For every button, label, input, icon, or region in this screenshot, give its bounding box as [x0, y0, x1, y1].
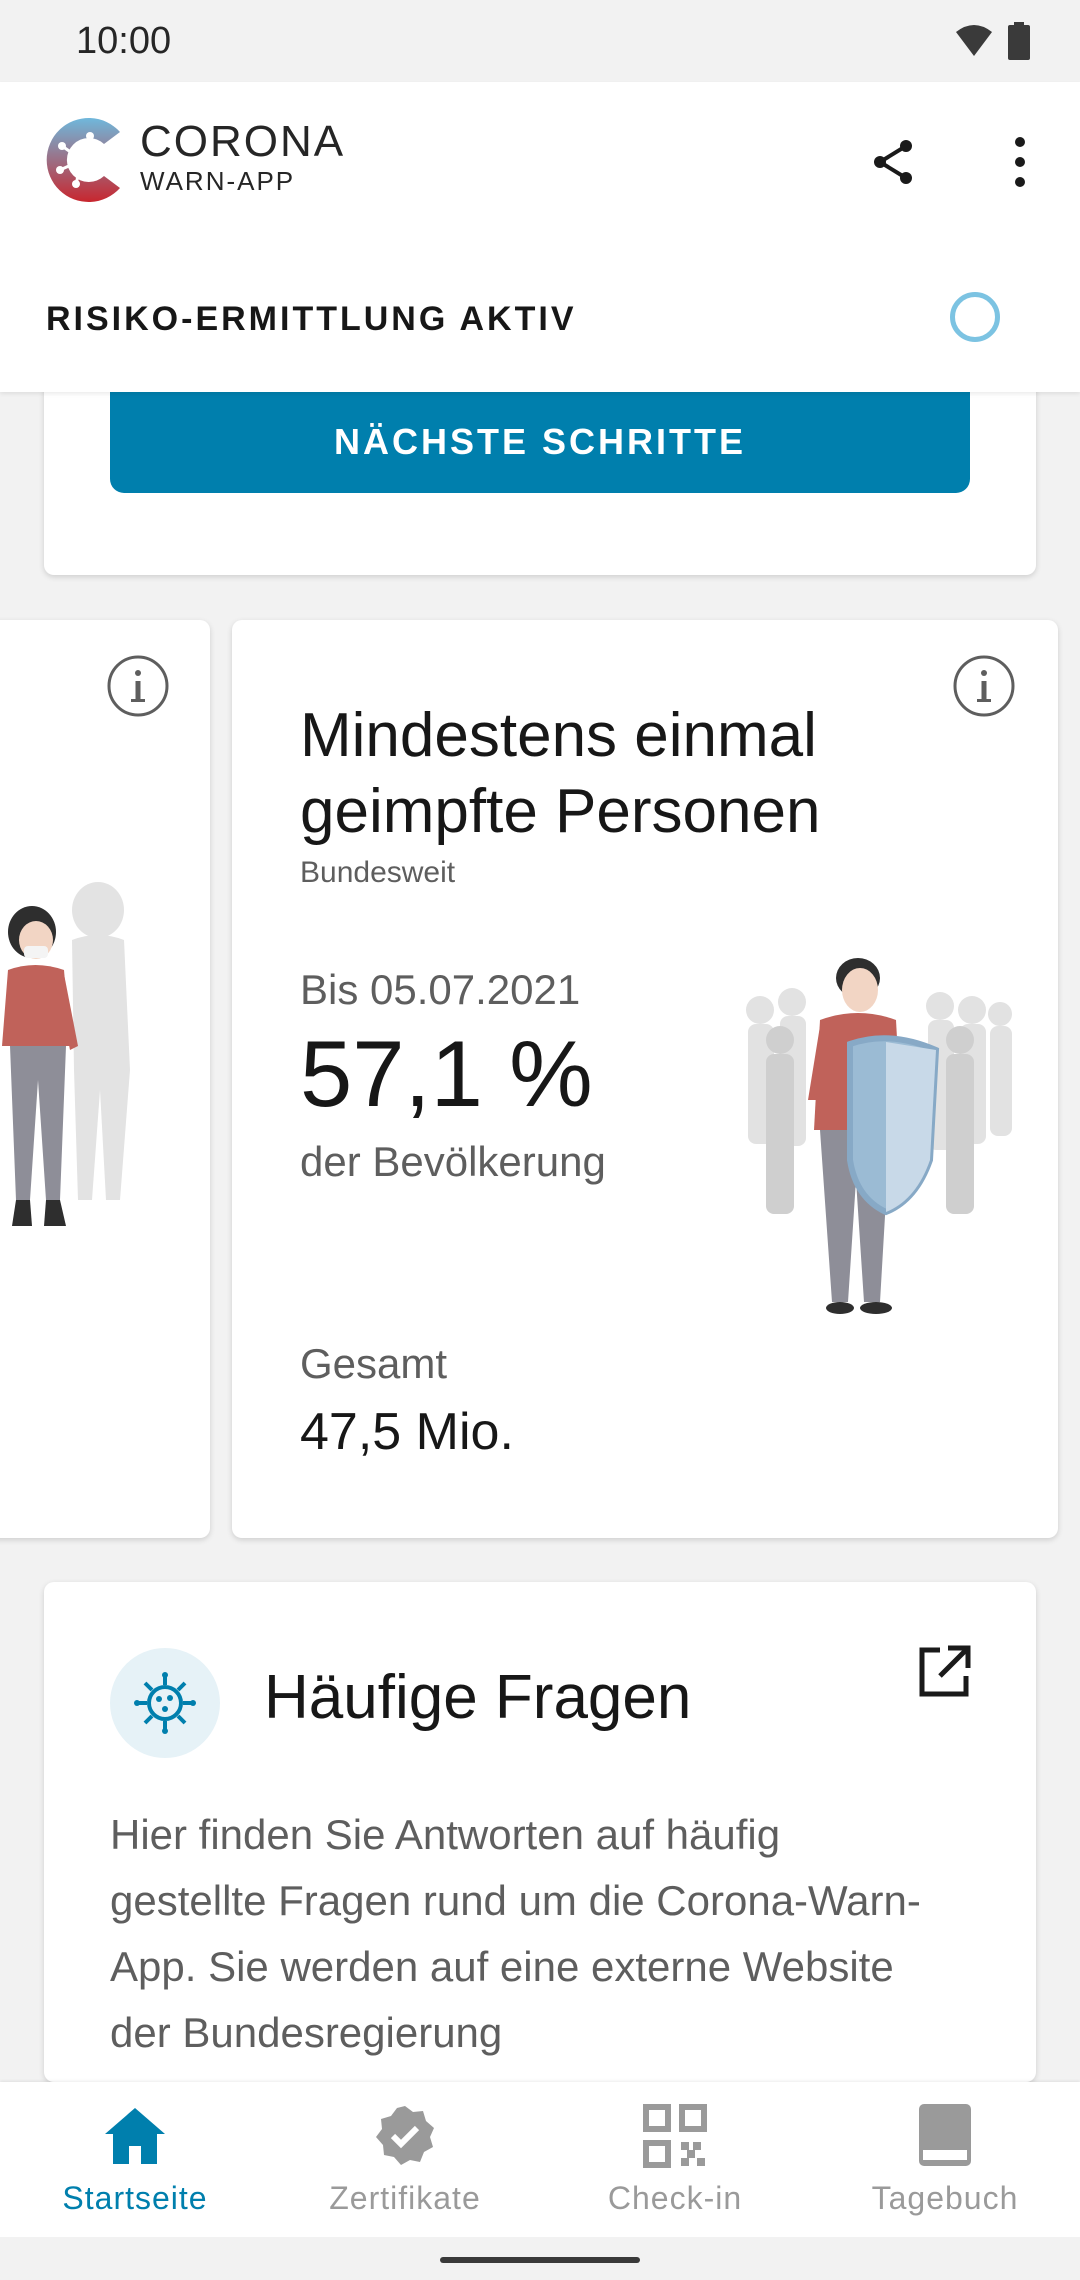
- info-icon[interactable]: [106, 654, 170, 718]
- faq-card-body: Hier finden Sie Antworten auf häufig ges…: [110, 1811, 921, 2056]
- vaccination-total-value: 47,5 Mio.: [300, 1403, 514, 1461]
- masked-person-illustration: [2, 882, 130, 1226]
- faq-card-title: Häufige Fragen: [264, 1663, 692, 1732]
- person-with-shield-illustration: [746, 958, 1012, 1314]
- faq-card[interactable]: Häufige Fragen Hier finden Sie Antworten…: [44, 1582, 1036, 2082]
- status-time: 10:00: [76, 20, 172, 62]
- home-icon: [105, 2108, 165, 2164]
- system-gesture-bar: [0, 2237, 1080, 2280]
- vaccination-percentage-caption: der Bevölkerung: [300, 1138, 606, 1185]
- qr-code-icon: [643, 2104, 707, 2168]
- vaccination-statistics-card[interactable]: Mindestens einmal geimpfte Personen Bund…: [232, 620, 1058, 1538]
- battery-icon: [1008, 22, 1030, 60]
- status-icons: [954, 22, 1030, 60]
- more-options-icon[interactable]: [990, 132, 1050, 192]
- nav-label-startseite: Startseite: [62, 2180, 208, 2216]
- wifi-icon: [956, 25, 992, 56]
- faq-icon-background: [110, 1648, 220, 1758]
- status-bar: 10:00: [0, 0, 1080, 82]
- share-icon[interactable]: [864, 132, 924, 192]
- nav-item-zertifikate[interactable]: Zertifikate: [270, 2082, 540, 2237]
- statistics-card-previous[interactable]: [0, 620, 210, 1538]
- info-icon[interactable]: [952, 654, 1016, 718]
- bottom-navigation: Startseite Zertifikate Check-in Tagebuch: [0, 2082, 1080, 2237]
- vaccination-card-title: Mindestens einmal geimpfte Personen: [300, 701, 821, 846]
- risk-progress-indicator: [950, 292, 1000, 342]
- corona-warn-app-logo-icon: [46, 118, 120, 202]
- nav-item-tagebuch[interactable]: Tagebuch: [810, 2082, 1080, 2237]
- virus-icon: [134, 1672, 196, 1734]
- app-logo-text: CORONA WARN-APP: [140, 117, 346, 197]
- nav-label-zertifikate: Zertifikate: [329, 2180, 481, 2216]
- certificate-icon: [376, 2106, 434, 2165]
- nav-label-tagebuch: Tagebuch: [871, 2180, 1019, 2216]
- app-header: CORONA WARN-APP RISIKO-ERMITTLUNG AKTIV: [0, 82, 1080, 392]
- home-gesture-handle[interactable]: [440, 2257, 640, 2263]
- vaccination-total-label: Gesamt: [300, 1340, 448, 1387]
- nav-item-check-in[interactable]: Check-in: [540, 2082, 810, 2237]
- logo-subtitle: WARN-APP: [140, 166, 296, 196]
- external-link-icon[interactable]: [916, 1644, 972, 1700]
- vaccination-card-subtitle: Bundesweit: [300, 856, 456, 889]
- risk-status-label: RISIKO-ERMITTLUNG AKTIV: [46, 300, 577, 338]
- logo-title: CORONA: [140, 117, 346, 166]
- risk-status-row[interactable]: RISIKO-ERMITTLUNG AKTIV: [0, 272, 1080, 392]
- nav-item-startseite[interactable]: Startseite: [0, 2082, 270, 2237]
- vaccination-date-label: Bis 05.07.2021: [300, 966, 581, 1013]
- nav-label-check-in: Check-in: [607, 2180, 743, 2216]
- diary-icon: [919, 2104, 971, 2166]
- vaccination-percentage: 57,1 %: [300, 1021, 593, 1126]
